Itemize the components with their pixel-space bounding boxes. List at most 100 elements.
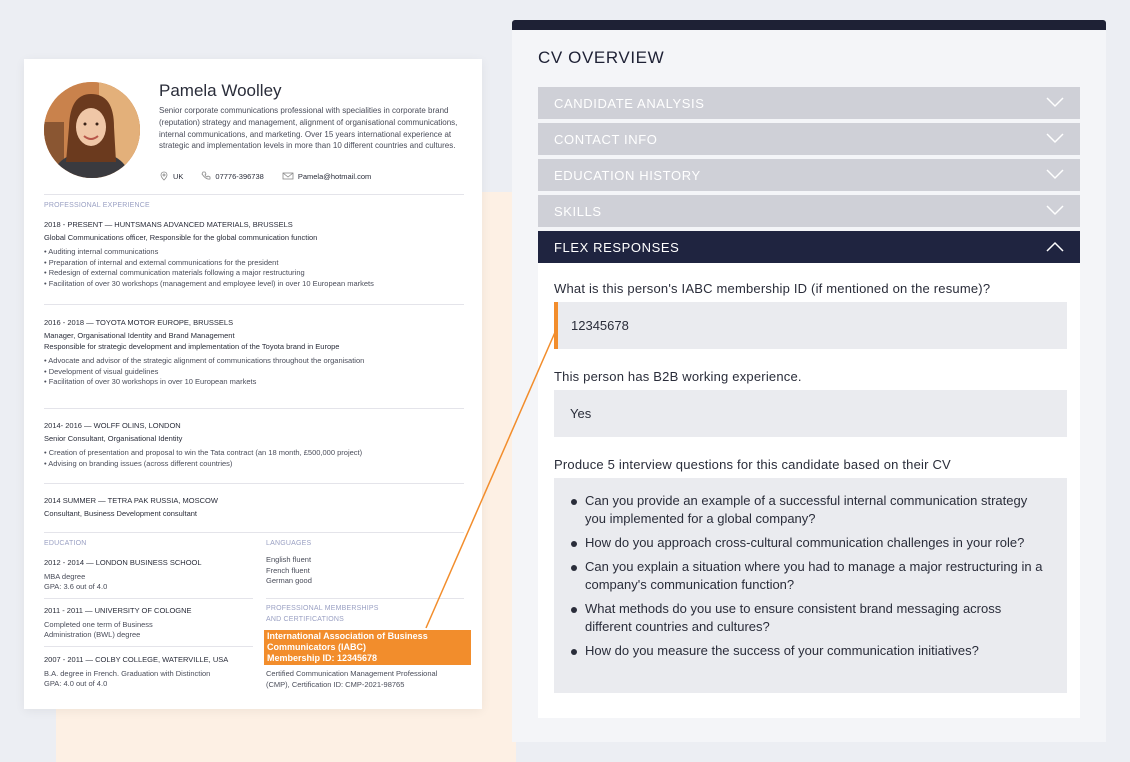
- job-entry: 2016 - 2018 — TOYOTA MOTOR EUROPE, BRUSS…: [44, 317, 464, 388]
- language-item: French fluent: [266, 565, 310, 575]
- education-line: Administration (BWL) degree: [44, 630, 141, 639]
- avatar: [44, 82, 140, 178]
- job-heading: 2014 SUMMER — TETRA PAK RUSSIA, MOSCOW: [44, 496, 218, 505]
- highlight-line: Communicators (IABC): [267, 642, 367, 652]
- job-role-line: Global Communications officer, Responsib…: [44, 232, 464, 243]
- divider: [44, 194, 464, 195]
- education-line: MBA degree: [44, 571, 86, 581]
- contact-location: UK: [159, 171, 183, 181]
- accordion-skills[interactable]: SKILLS: [538, 195, 1080, 227]
- mail-icon: [282, 172, 294, 180]
- accordion-flex-responses[interactable]: FLEX RESPONSES: [538, 231, 1080, 263]
- divider: [44, 598, 253, 599]
- panel-title: CV OVERVIEW: [538, 48, 665, 67]
- education-heading: 2012 - 2014 — LONDON BUSINESS SCHOOL: [44, 558, 202, 567]
- divider: [44, 646, 253, 647]
- divider: [44, 483, 464, 484]
- job-bullets: Creation of presentation and proposal to…: [44, 448, 464, 469]
- job-heading: 2014- 2016 — WOLFF OLINS, LONDON: [44, 421, 181, 430]
- location-text: UK: [173, 171, 184, 181]
- candidate-name: Pamela Woolley: [159, 81, 282, 100]
- candidate-summary: Senior corporate communications professi…: [159, 106, 458, 151]
- language-item: German good: [266, 576, 312, 585]
- divider: [44, 304, 464, 305]
- list-item: Can you explain a situation where you ha…: [570, 558, 1047, 594]
- accordion-label: SKILLS: [554, 203, 602, 219]
- email-text: Pamela@hotmail.com: [297, 171, 372, 181]
- education-entry: 2007 - 2011 — COLBY COLLEGE, WATERVILLE,…: [44, 655, 259, 690]
- highlight-line: Membership ID: 12345678: [267, 653, 378, 663]
- languages-label: LANGUAGES: [266, 540, 312, 547]
- job-bullet: Creation of presentation and proposal to…: [44, 448, 464, 459]
- job-role-desc: , Responsible for the global communicati…: [145, 233, 318, 242]
- accordion-label: EDUCATION HISTORY: [554, 167, 701, 183]
- resume-document: Pamela Woolley Senior corporate communic…: [24, 59, 482, 709]
- job-role: Global Communications officer: [44, 233, 146, 242]
- contact-phone: 07776-396738: [201, 171, 264, 181]
- answer-list-box: Can you provide an example of a successf…: [554, 478, 1067, 693]
- list-item: What methods do you use to ensure consis…: [570, 600, 1047, 636]
- cert-line: (CMP), Certification ID: CMP-2021-98765: [266, 679, 405, 689]
- education-line: Completed one term of Business: [44, 619, 153, 629]
- accordion-label: CANDIDATE ANALYSIS: [554, 95, 705, 111]
- chevron-down-icon: [1046, 97, 1064, 108]
- job-bullet: Advocate and advisor of the strategic al…: [44, 356, 464, 367]
- question-text: Produce 5 interview questions for this c…: [554, 457, 951, 472]
- accordion-education-history[interactable]: EDUCATION HISTORY: [538, 159, 1080, 191]
- question-text: This person has B2B working experience.: [554, 369, 802, 384]
- accordion-contact-info[interactable]: CONTACT INFO: [538, 123, 1080, 155]
- certification: Certified Communication Management Profe…: [266, 669, 476, 690]
- list-item: Can you provide an example of a successf…: [570, 492, 1047, 528]
- job-bullet: Development of visual guidelines: [44, 367, 464, 378]
- interview-questions-list: Can you provide an example of a successf…: [570, 492, 1047, 660]
- job-role: Manager: [44, 331, 74, 340]
- job-bullet: Facilitation of over 30 workshops (manag…: [44, 279, 464, 290]
- question-text: What is this person's IABC membership ID…: [554, 281, 991, 296]
- language-item: English fluent: [266, 555, 312, 564]
- memberships-label-2: AND CERTIFICATIONS: [266, 616, 345, 623]
- education-line: B.A. degree in French. Graduation with D…: [44, 668, 211, 678]
- location-pin-icon: [160, 171, 168, 181]
- divider: [44, 532, 464, 533]
- chevron-down-icon: [1046, 169, 1064, 180]
- chevron-up-icon: [1046, 241, 1064, 252]
- job-bullet: Redesign of external communication mater…: [44, 268, 464, 279]
- job-entry: 2018 - PRESENT — HUNTSMANS ADVANCED MATE…: [44, 219, 464, 289]
- education-heading: 2011 - 2011 — UNIVERSITY OF COLOGNE: [44, 606, 192, 615]
- job-role-line: Consultant, Business Development consult…: [44, 508, 464, 519]
- job-role-desc: , Organisational Identity: [103, 434, 183, 443]
- job-entry: 2014- 2016 — WOLFF OLINS, LONDON Senior …: [44, 420, 464, 469]
- education-line: GPA: 4.0 out of 4.0: [44, 679, 108, 688]
- job-bullets: Auditing internal communications Prepara…: [44, 247, 464, 289]
- job-role-line: Manager, Organisational Identity and Bra…: [44, 330, 464, 341]
- job-role-desc: , Business Development consultant: [79, 509, 198, 518]
- accordion-candidate-analysis[interactable]: CANDIDATE ANALYSIS: [538, 87, 1080, 119]
- education-entry: 2012 - 2014 — LONDON BUSINESS SCHOOL MBA…: [44, 558, 254, 593]
- job-bullet: Facilitation of over 30 workshops in ove…: [44, 377, 464, 388]
- education-label: EDUCATION: [44, 540, 87, 547]
- iabc-highlight: International Association of Business Co…: [264, 630, 471, 665]
- list-item: How do you approach cross-cultural commu…: [570, 534, 1047, 552]
- contact-row: UK 07776-396738 Pamela@hotmail.com: [159, 171, 371, 181]
- job-bullet: Preparation of internal and external com…: [44, 258, 464, 269]
- job-bullet: Advising on branding issues (across diff…: [44, 459, 464, 470]
- accordion-label: CONTACT INFO: [554, 131, 658, 147]
- job-bullet: Auditing internal communications: [44, 247, 464, 258]
- highlight-line: International Association of Business: [267, 631, 428, 641]
- job-role-line: Senior Consultant, Organisational Identi…: [44, 433, 464, 444]
- memberships-label: PROFESSIONAL MEMBERSHIPS: [266, 605, 379, 612]
- education-entry: 2011 - 2011 — UNIVERSITY OF COLOGNE Comp…: [44, 606, 254, 641]
- job-heading: 2016 - 2018 — TOYOTA MOTOR EUROPE, BRUSS…: [44, 318, 234, 327]
- list-item: How do you measure the success of your c…: [570, 642, 1047, 660]
- job-role: Consultant: [44, 509, 80, 518]
- accordion-label: FLEX RESPONSES: [554, 239, 680, 255]
- job-entry: 2014 SUMMER — TETRA PAK RUSSIA, MOSCOW C…: [44, 495, 464, 519]
- job-bullets: Advocate and advisor of the strategic al…: [44, 356, 464, 388]
- phone-icon: [201, 171, 211, 180]
- contact-email: Pamela@hotmail.com: [282, 171, 371, 181]
- chevron-down-icon: [1046, 133, 1064, 144]
- job-extra: Responsible for strategic development an…: [44, 342, 340, 351]
- phone-text: 07776-396738: [215, 171, 264, 181]
- cert-line: Certified Communication Management Profe…: [266, 669, 438, 678]
- job-role: Senior Consultant: [44, 434, 104, 443]
